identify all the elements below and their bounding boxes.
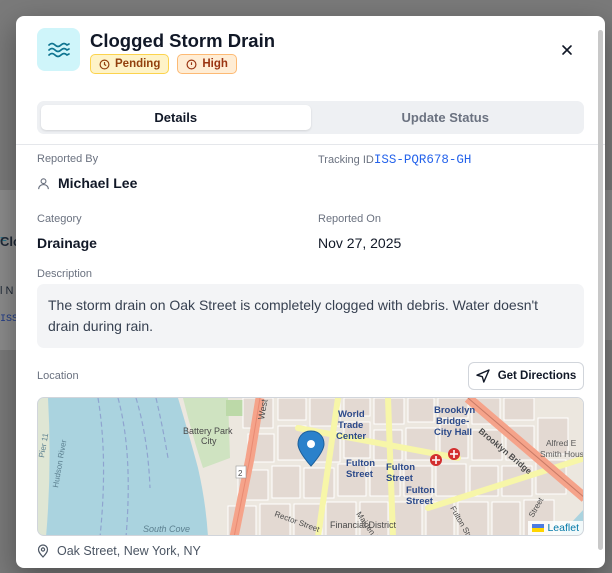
map-label-fulton-2b: Street [386, 473, 414, 484]
navigation-arrow-icon [475, 369, 490, 383]
map-label-battery-park-2: City [201, 436, 217, 446]
map-label-south-cove: South Cove [143, 524, 190, 534]
category-value: Drainage [37, 235, 97, 251]
tracking-id-label-text: Tracking ID [318, 154, 374, 166]
background-card-subtitle: l N [0, 285, 14, 297]
issue-title: Clogged Storm Drain [90, 30, 276, 51]
status-badge-label: Pending [115, 58, 161, 70]
clock-icon [99, 59, 110, 69]
tab-update-status[interactable]: Update Status [311, 105, 581, 130]
modal-scrollbar[interactable] [598, 30, 603, 550]
reported-by-label: Reported By [37, 153, 99, 165]
map-label-fulton-3b: Street [406, 496, 434, 507]
map-label-route-2: 2 [238, 469, 243, 478]
tracking-id-label: Tracking IDISS-PQR678-GH [318, 153, 471, 167]
map-label-fulton-1b: Street [346, 469, 374, 480]
reported-by-value: Michael Lee [37, 175, 137, 191]
tab-details[interactable]: Details [41, 105, 311, 130]
close-icon [562, 45, 572, 55]
description-text: The storm drain on Oak Street is complet… [48, 297, 539, 334]
map-label-fulton-2a: Fulton [386, 462, 415, 473]
get-directions-button[interactable]: Get Directions [468, 362, 584, 390]
tab-bar: Details Update Status [37, 101, 584, 134]
map-label-fulton-3a: Fulton [406, 485, 435, 496]
issue-badges: Pending High [90, 54, 237, 74]
ukraine-flag-icon [532, 524, 545, 532]
location-label: Location [37, 370, 79, 382]
priority-badge: High [177, 54, 237, 74]
priority-badge-label: High [202, 58, 228, 70]
close-button[interactable] [559, 42, 575, 58]
map-tiles[interactable]: Battery Park City West 2 Rector Street S… [38, 398, 584, 536]
modal-header: Clogged Storm Drain Pending High [37, 28, 585, 88]
map-label-battery-park-1: Battery Park [183, 426, 233, 436]
issue-details-modal: Clogged Storm Drain Pending High Details… [16, 16, 605, 568]
description-label: Description [37, 268, 93, 280]
status-badge: Pending [90, 54, 170, 74]
alert-circle-icon [186, 59, 197, 69]
description-box: The storm drain on Oak Street is complet… [37, 284, 584, 348]
reporter-name: Michael Lee [58, 175, 138, 191]
map-label-alfred-2: Smith Houses [540, 449, 584, 459]
get-directions-label: Get Directions [497, 370, 577, 382]
map-attribution[interactable]: Leaflet [528, 521, 583, 535]
map-label-brooklyn-city-2: Bridge- [436, 416, 469, 427]
map-label-brooklyn-city-3: City Hall [434, 427, 472, 438]
tracking-id-value: ISS-PQR678-GH [373, 153, 472, 167]
address-text: Oak Street, New York, NY [57, 544, 201, 558]
map-pin-icon [37, 544, 49, 558]
map-label-wtc-1: World [338, 409, 365, 420]
background-right-edge [604, 190, 612, 340]
map-label-alfred-1: Alfred E [546, 438, 577, 448]
map-label-wtc-3: Center [336, 431, 366, 442]
map-label-fulton-1a: Fulton [346, 458, 375, 469]
reported-on-label: Reported On [318, 213, 381, 225]
reported-on-value: Nov 27, 2025 [318, 235, 402, 251]
address-row: Oak Street, New York, NY [37, 544, 201, 558]
header-divider [16, 144, 605, 145]
location-map[interactable]: Battery Park City West 2 Rector Street S… [37, 397, 584, 536]
map-label-wtc-2: Trade [338, 420, 363, 431]
category-label: Category [37, 213, 82, 225]
user-icon [38, 177, 49, 189]
map-label-brooklyn-city-1: Brooklyn [434, 405, 475, 416]
leaflet-link[interactable]: Leaflet [547, 522, 579, 534]
water-waves-icon [37, 28, 80, 71]
background-issue-card: ≈ Clo l N ISS [0, 190, 21, 350]
